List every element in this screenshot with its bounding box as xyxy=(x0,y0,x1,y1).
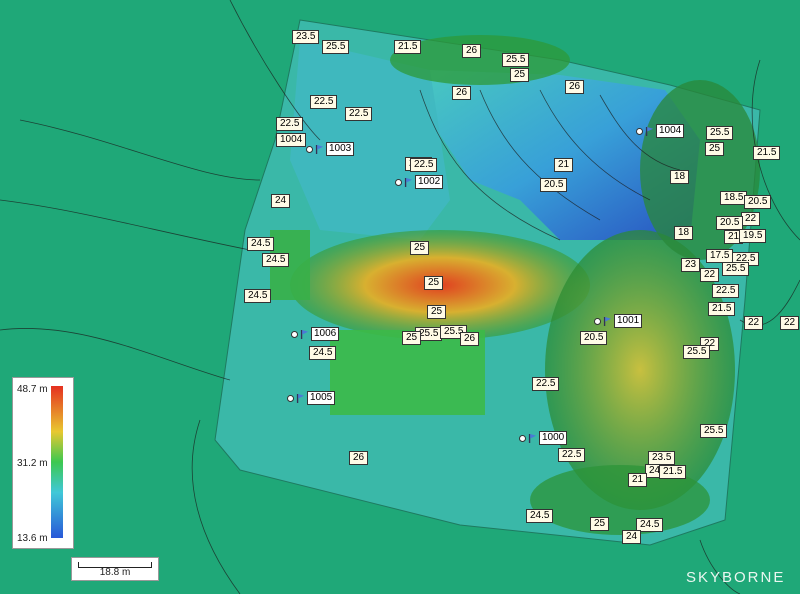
marker-point-icon xyxy=(291,330,298,338)
contour-label: 25 xyxy=(427,305,447,319)
contour-label: 17.5 xyxy=(706,249,734,263)
marker-point-icon xyxy=(636,127,643,135)
contour-label: 25.5 xyxy=(706,126,734,140)
marker-label: 1006 xyxy=(311,327,340,341)
survey-marker[interactable]: 1002 xyxy=(395,175,444,189)
marker-label: 1005 xyxy=(307,391,336,405)
survey-marker[interactable]: 1005 xyxy=(287,391,336,405)
contour-label: 22.5 xyxy=(310,95,338,109)
contour-label: 21.5 xyxy=(708,302,736,316)
contour-label: 22.5 xyxy=(276,117,304,131)
flag-icon xyxy=(300,329,309,339)
contour-label: 25 xyxy=(402,331,422,345)
contour-label: 25 xyxy=(590,517,610,531)
contour-label: 24 xyxy=(271,194,291,208)
scale-bar: 18.8 m xyxy=(71,557,159,581)
contour-label: 22 xyxy=(700,268,720,282)
flag-icon xyxy=(603,316,612,326)
contour-label: 23.5 xyxy=(648,451,676,465)
marker-label: 1002 xyxy=(415,175,444,189)
survey-marker[interactable]: 1003 xyxy=(306,142,355,156)
survey-marker[interactable]: 1004 xyxy=(636,124,685,138)
contour-label: 26 xyxy=(460,332,480,346)
contour-label: 21.5 xyxy=(394,40,422,54)
legend-max: 48.7 m xyxy=(17,384,48,395)
contour-label: 18 xyxy=(670,170,690,184)
contour-label: 25.5 xyxy=(700,424,728,438)
contour-label: 25 xyxy=(705,142,725,156)
contour-label: 25.5 xyxy=(722,262,750,276)
flag-icon xyxy=(404,177,413,187)
legend-mid: 31.2 m xyxy=(17,458,48,469)
marker-label: 1000 xyxy=(539,431,568,445)
marker-label: 1003 xyxy=(326,142,355,156)
contour-label: 25 xyxy=(510,68,530,82)
contour-label: 25.5 xyxy=(502,53,530,67)
contour-label: 25 xyxy=(410,241,430,255)
flag-icon xyxy=(528,433,537,443)
marker-label: 1004 xyxy=(656,124,685,138)
contour-label: 26 xyxy=(349,451,369,465)
contour-label: 20.5 xyxy=(744,195,772,209)
elevation-legend: 48.7 m 31.2 m 13.6 m xyxy=(12,377,74,549)
contour-label: 1004 xyxy=(276,133,307,147)
contour-label: 25 xyxy=(424,276,444,290)
flag-icon xyxy=(645,126,654,136)
contour-label: 25.5 xyxy=(322,40,350,54)
contour-label: 21 xyxy=(554,158,574,172)
contour-label: 22.5 xyxy=(712,284,740,298)
contour-label: 18 xyxy=(674,226,694,240)
marker-point-icon xyxy=(519,434,526,442)
marker-point-icon xyxy=(594,317,601,325)
contour-label: 19.5 xyxy=(739,229,767,243)
contour-label: 24.5 xyxy=(247,237,275,251)
contour-label: 22.5 xyxy=(410,158,438,172)
contour-label: 22 xyxy=(744,316,764,330)
contour-label: 26 xyxy=(452,86,472,100)
elevation-map[interactable] xyxy=(0,0,800,594)
contour-label: 24.5 xyxy=(262,253,290,267)
contour-label: 21.5 xyxy=(753,146,781,160)
marker-point-icon xyxy=(306,145,313,153)
contour-label: 24.5 xyxy=(309,346,337,360)
scale-label: 18.8 m xyxy=(99,567,131,578)
contour-label: 20.5 xyxy=(540,178,568,192)
contour-label: 26 xyxy=(565,80,585,94)
contour-label: 22.5 xyxy=(345,107,373,121)
contour-label: 22 xyxy=(741,212,761,226)
contour-label: 21 xyxy=(628,473,648,487)
contour-label: 26 xyxy=(462,44,482,58)
contour-label: 21.5 xyxy=(659,465,687,479)
flag-icon xyxy=(315,144,324,154)
contour-label: 20.5 xyxy=(580,331,608,345)
legend-color-ramp xyxy=(51,386,63,538)
marker-point-icon xyxy=(287,394,294,402)
contour-label: 20.5 xyxy=(716,216,744,230)
contour-label: 22.5 xyxy=(558,448,586,462)
contour-label: 24 xyxy=(622,530,642,544)
contour-label: 22 xyxy=(780,316,800,330)
survey-marker[interactable]: 1001 xyxy=(594,314,643,328)
contour-label: 24.5 xyxy=(244,289,272,303)
survey-marker[interactable]: 1000 xyxy=(519,431,568,445)
marker-label: 1001 xyxy=(614,314,643,328)
survey-marker[interactable]: 1006 xyxy=(291,327,340,341)
contour-label: 24.5 xyxy=(526,509,554,523)
contour-label: 25.5 xyxy=(683,345,711,359)
contour-label: 22.5 xyxy=(532,377,560,391)
flag-icon xyxy=(296,393,305,403)
marker-point-icon xyxy=(395,178,402,186)
contour-label: 23.5 xyxy=(292,30,320,44)
legend-min: 13.6 m xyxy=(17,533,48,544)
contour-label: 23 xyxy=(681,258,701,272)
brand-logo: SKYBORNE xyxy=(686,569,786,586)
